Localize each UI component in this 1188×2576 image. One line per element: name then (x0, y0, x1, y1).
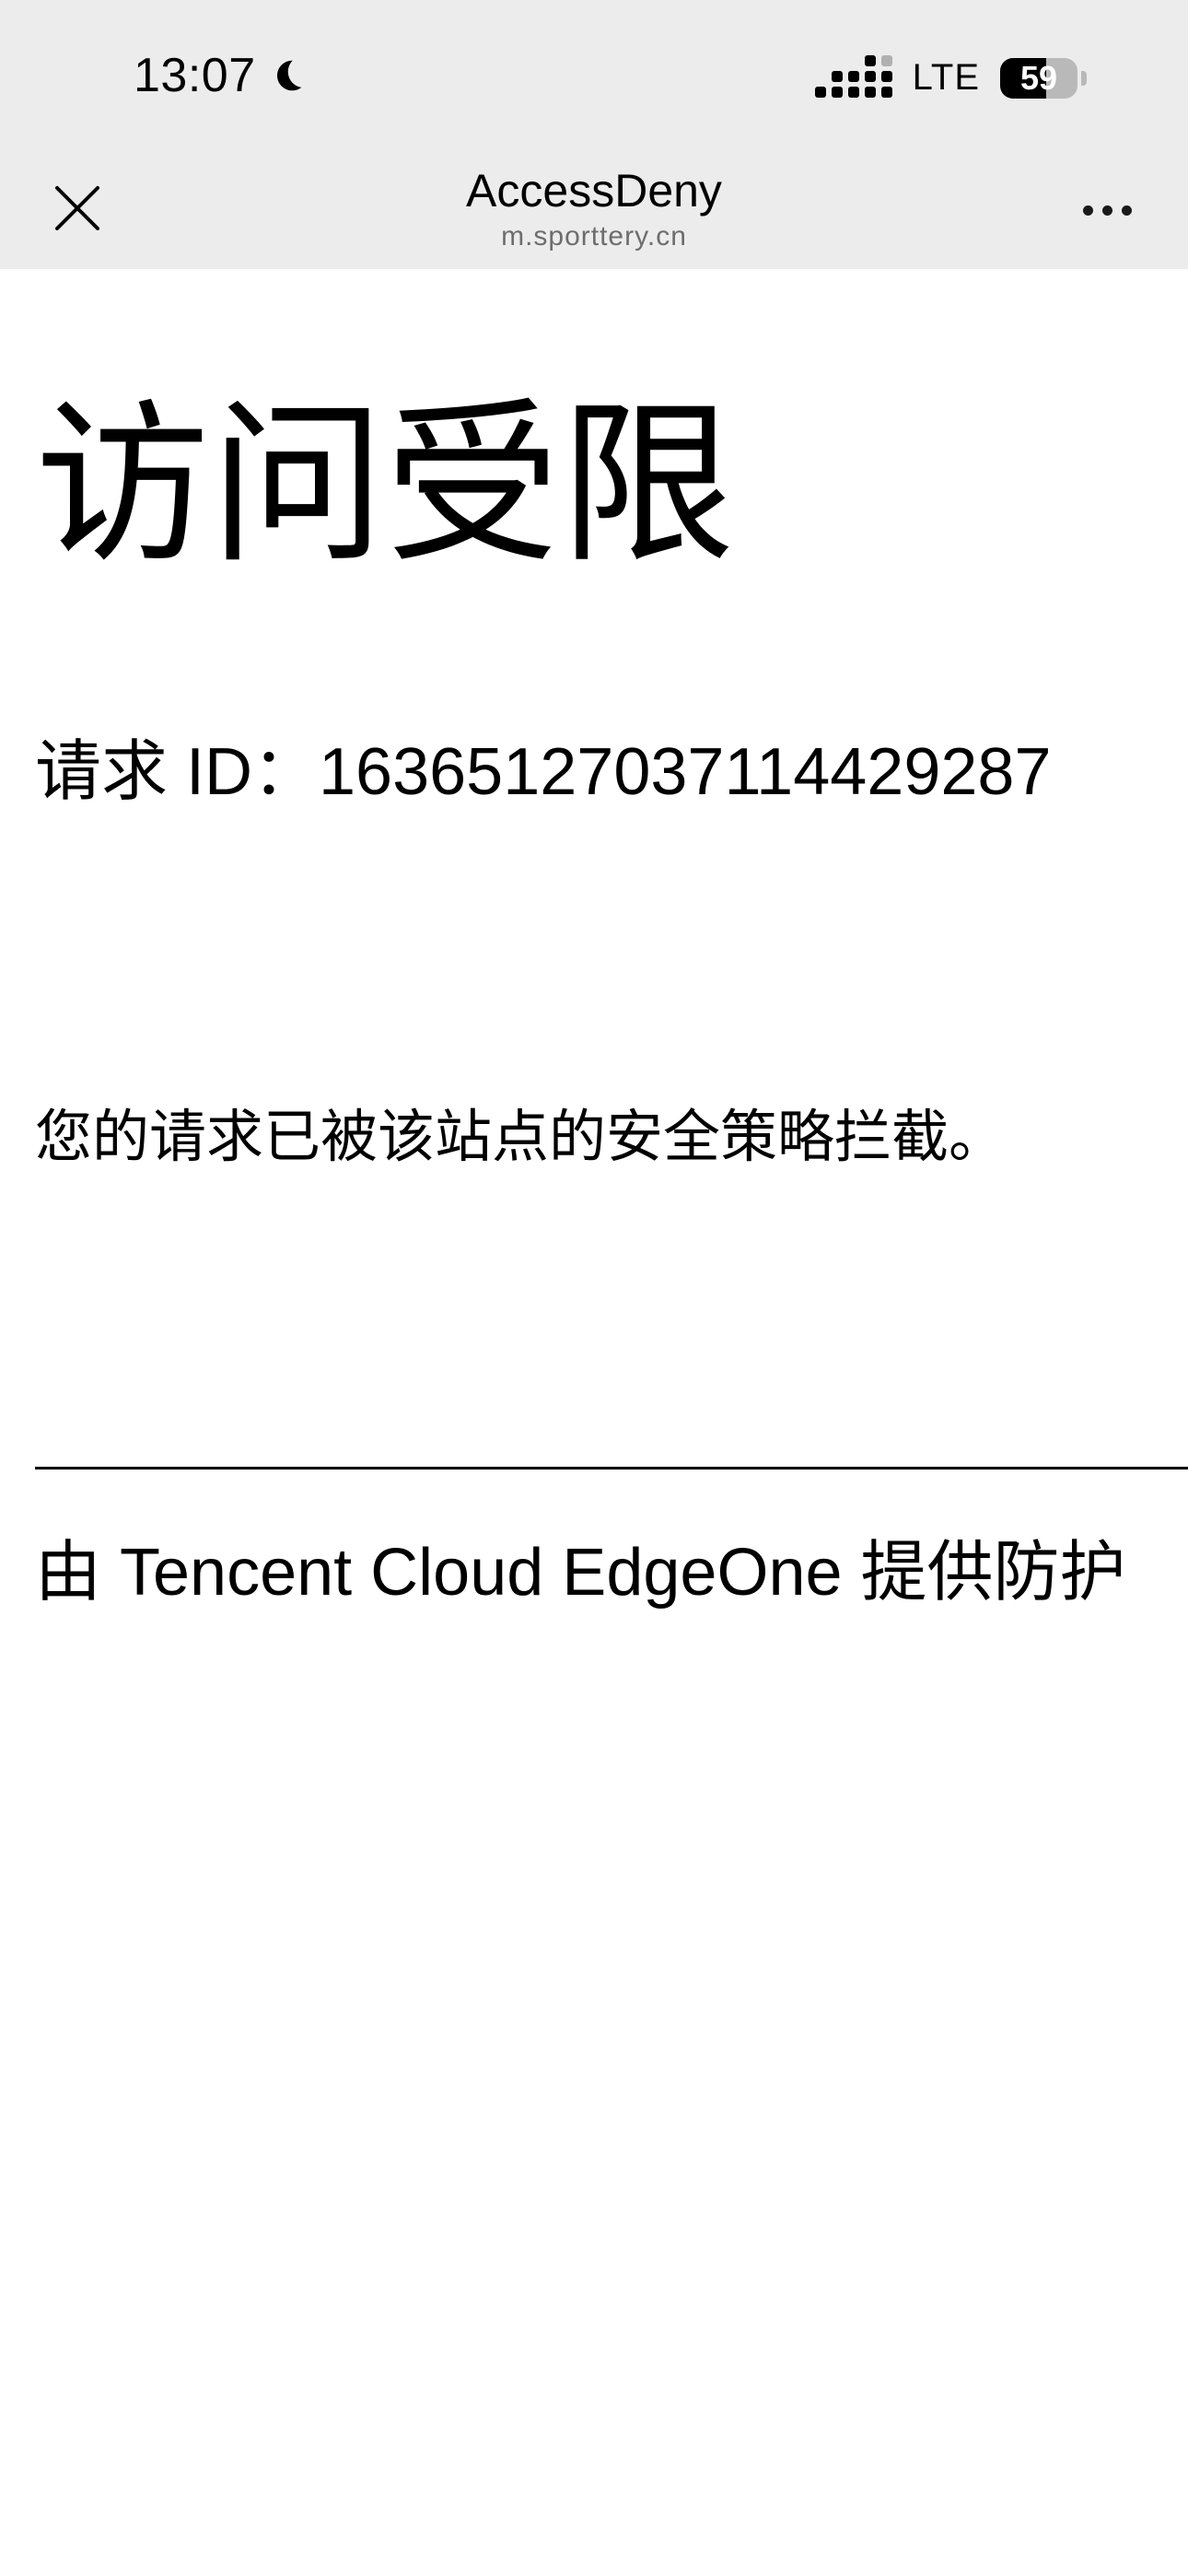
browser-top-bar: 13:07 LTE 59 AccessDeny m.sporttery.cn (0, 0, 1188, 269)
status-time-text: 13:07 (134, 49, 256, 102)
status-indicators: LTE 59 (814, 54, 1087, 99)
page-domain: m.sporttery.cn (501, 221, 687, 252)
status-time: 13:07 (134, 48, 308, 103)
protection-footer: 由 Tencent Cloud EdgeOne 提供防护 (35, 1539, 1126, 1609)
page-title: AccessDeny (466, 165, 722, 217)
request-id: 请求 ID：1636512703711442928​7 (35, 735, 1052, 809)
block-message: 您的请求已被该站点的安全策略拦截。 (35, 1106, 1007, 1169)
more-horizontal-icon (1082, 205, 1093, 216)
moon-icon (276, 60, 301, 91)
battery-icon: 59 (1000, 57, 1077, 99)
more-button[interactable] (1070, 184, 1144, 236)
battery-level: 59 (1019, 58, 1058, 97)
cellular-signal-icon (814, 54, 892, 98)
divider (35, 1467, 1188, 1469)
network-type: LTE (912, 57, 980, 98)
error-heading: 访问受限 (35, 388, 736, 583)
